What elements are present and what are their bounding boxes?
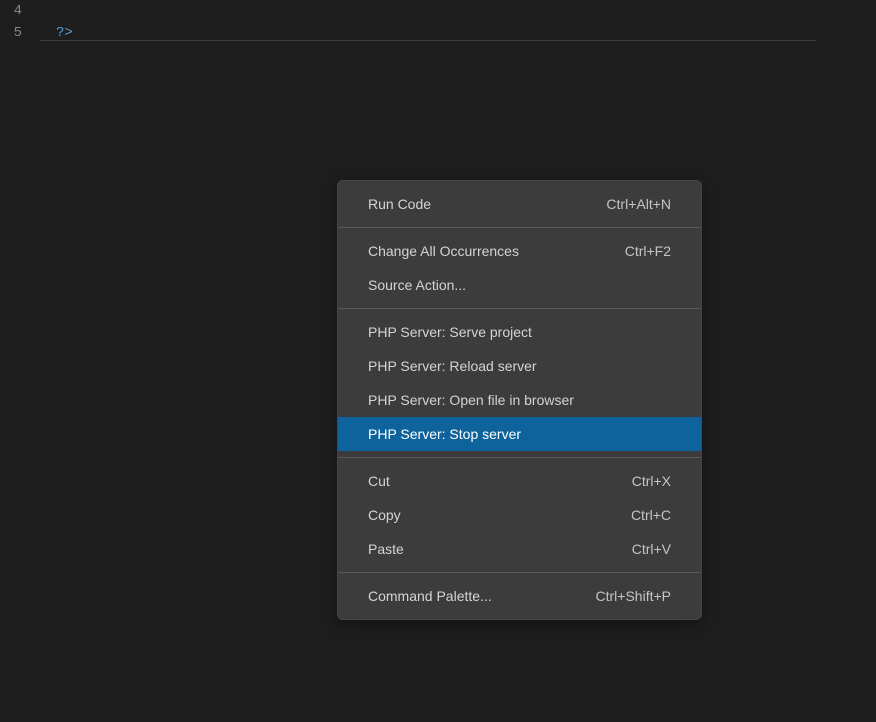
code-ruler — [40, 40, 816, 41]
menu-item-label: Copy — [368, 505, 601, 525]
menu-item-label: PHP Server: Reload server — [368, 356, 671, 376]
menu-item-label: PHP Server: Stop server — [368, 424, 671, 444]
menu-item-label: Paste — [368, 539, 602, 559]
menu-item-shortcut: Ctrl+C — [631, 505, 671, 525]
menu-item-shortcut: Ctrl+Alt+N — [606, 194, 671, 214]
code-line — [56, 0, 73, 22]
menu-item-label: Command Palette... — [368, 586, 566, 606]
line-gutter: 4 5 — [0, 0, 40, 44]
menu-item-label: Cut — [368, 471, 602, 491]
menu-item-paste[interactable]: Paste Ctrl+V — [338, 532, 701, 566]
menu-separator — [338, 227, 701, 228]
menu-item-cut[interactable]: Cut Ctrl+X — [338, 464, 701, 498]
menu-item-run-code[interactable]: Run Code Ctrl+Alt+N — [338, 187, 701, 221]
php-close-tag: ?> — [56, 25, 73, 41]
menu-separator — [338, 308, 701, 309]
menu-item-copy[interactable]: Copy Ctrl+C — [338, 498, 701, 532]
menu-item-label: Change All Occurrences — [368, 241, 595, 261]
menu-item-change-all-occurrences[interactable]: Change All Occurrences Ctrl+F2 — [338, 234, 701, 268]
menu-item-php-stop-server[interactable]: PHP Server: Stop server — [338, 417, 701, 451]
menu-item-label: Source Action... — [368, 275, 671, 295]
menu-item-shortcut: Ctrl+F2 — [625, 241, 671, 261]
line-number: 5 — [0, 22, 22, 44]
menu-item-shortcut: Ctrl+Shift+P — [596, 586, 671, 606]
menu-item-shortcut: Ctrl+V — [632, 539, 671, 559]
line-number: 4 — [0, 0, 22, 22]
menu-item-command-palette[interactable]: Command Palette... Ctrl+Shift+P — [338, 579, 701, 613]
menu-item-php-open-in-browser[interactable]: PHP Server: Open file in browser — [338, 383, 701, 417]
menu-item-label: Run Code — [368, 194, 576, 214]
menu-item-php-serve-project[interactable]: PHP Server: Serve project — [338, 315, 701, 349]
menu-separator — [338, 572, 701, 573]
menu-item-label: PHP Server: Serve project — [368, 322, 671, 342]
menu-item-label: PHP Server: Open file in browser — [368, 390, 671, 410]
menu-item-source-action[interactable]: Source Action... — [338, 268, 701, 302]
code-content[interactable]: ?> — [56, 0, 73, 44]
context-menu: Run Code Ctrl+Alt+N Change All Occurrenc… — [337, 180, 702, 620]
menu-item-php-reload-server[interactable]: PHP Server: Reload server — [338, 349, 701, 383]
menu-separator — [338, 457, 701, 458]
menu-item-shortcut: Ctrl+X — [632, 471, 671, 491]
